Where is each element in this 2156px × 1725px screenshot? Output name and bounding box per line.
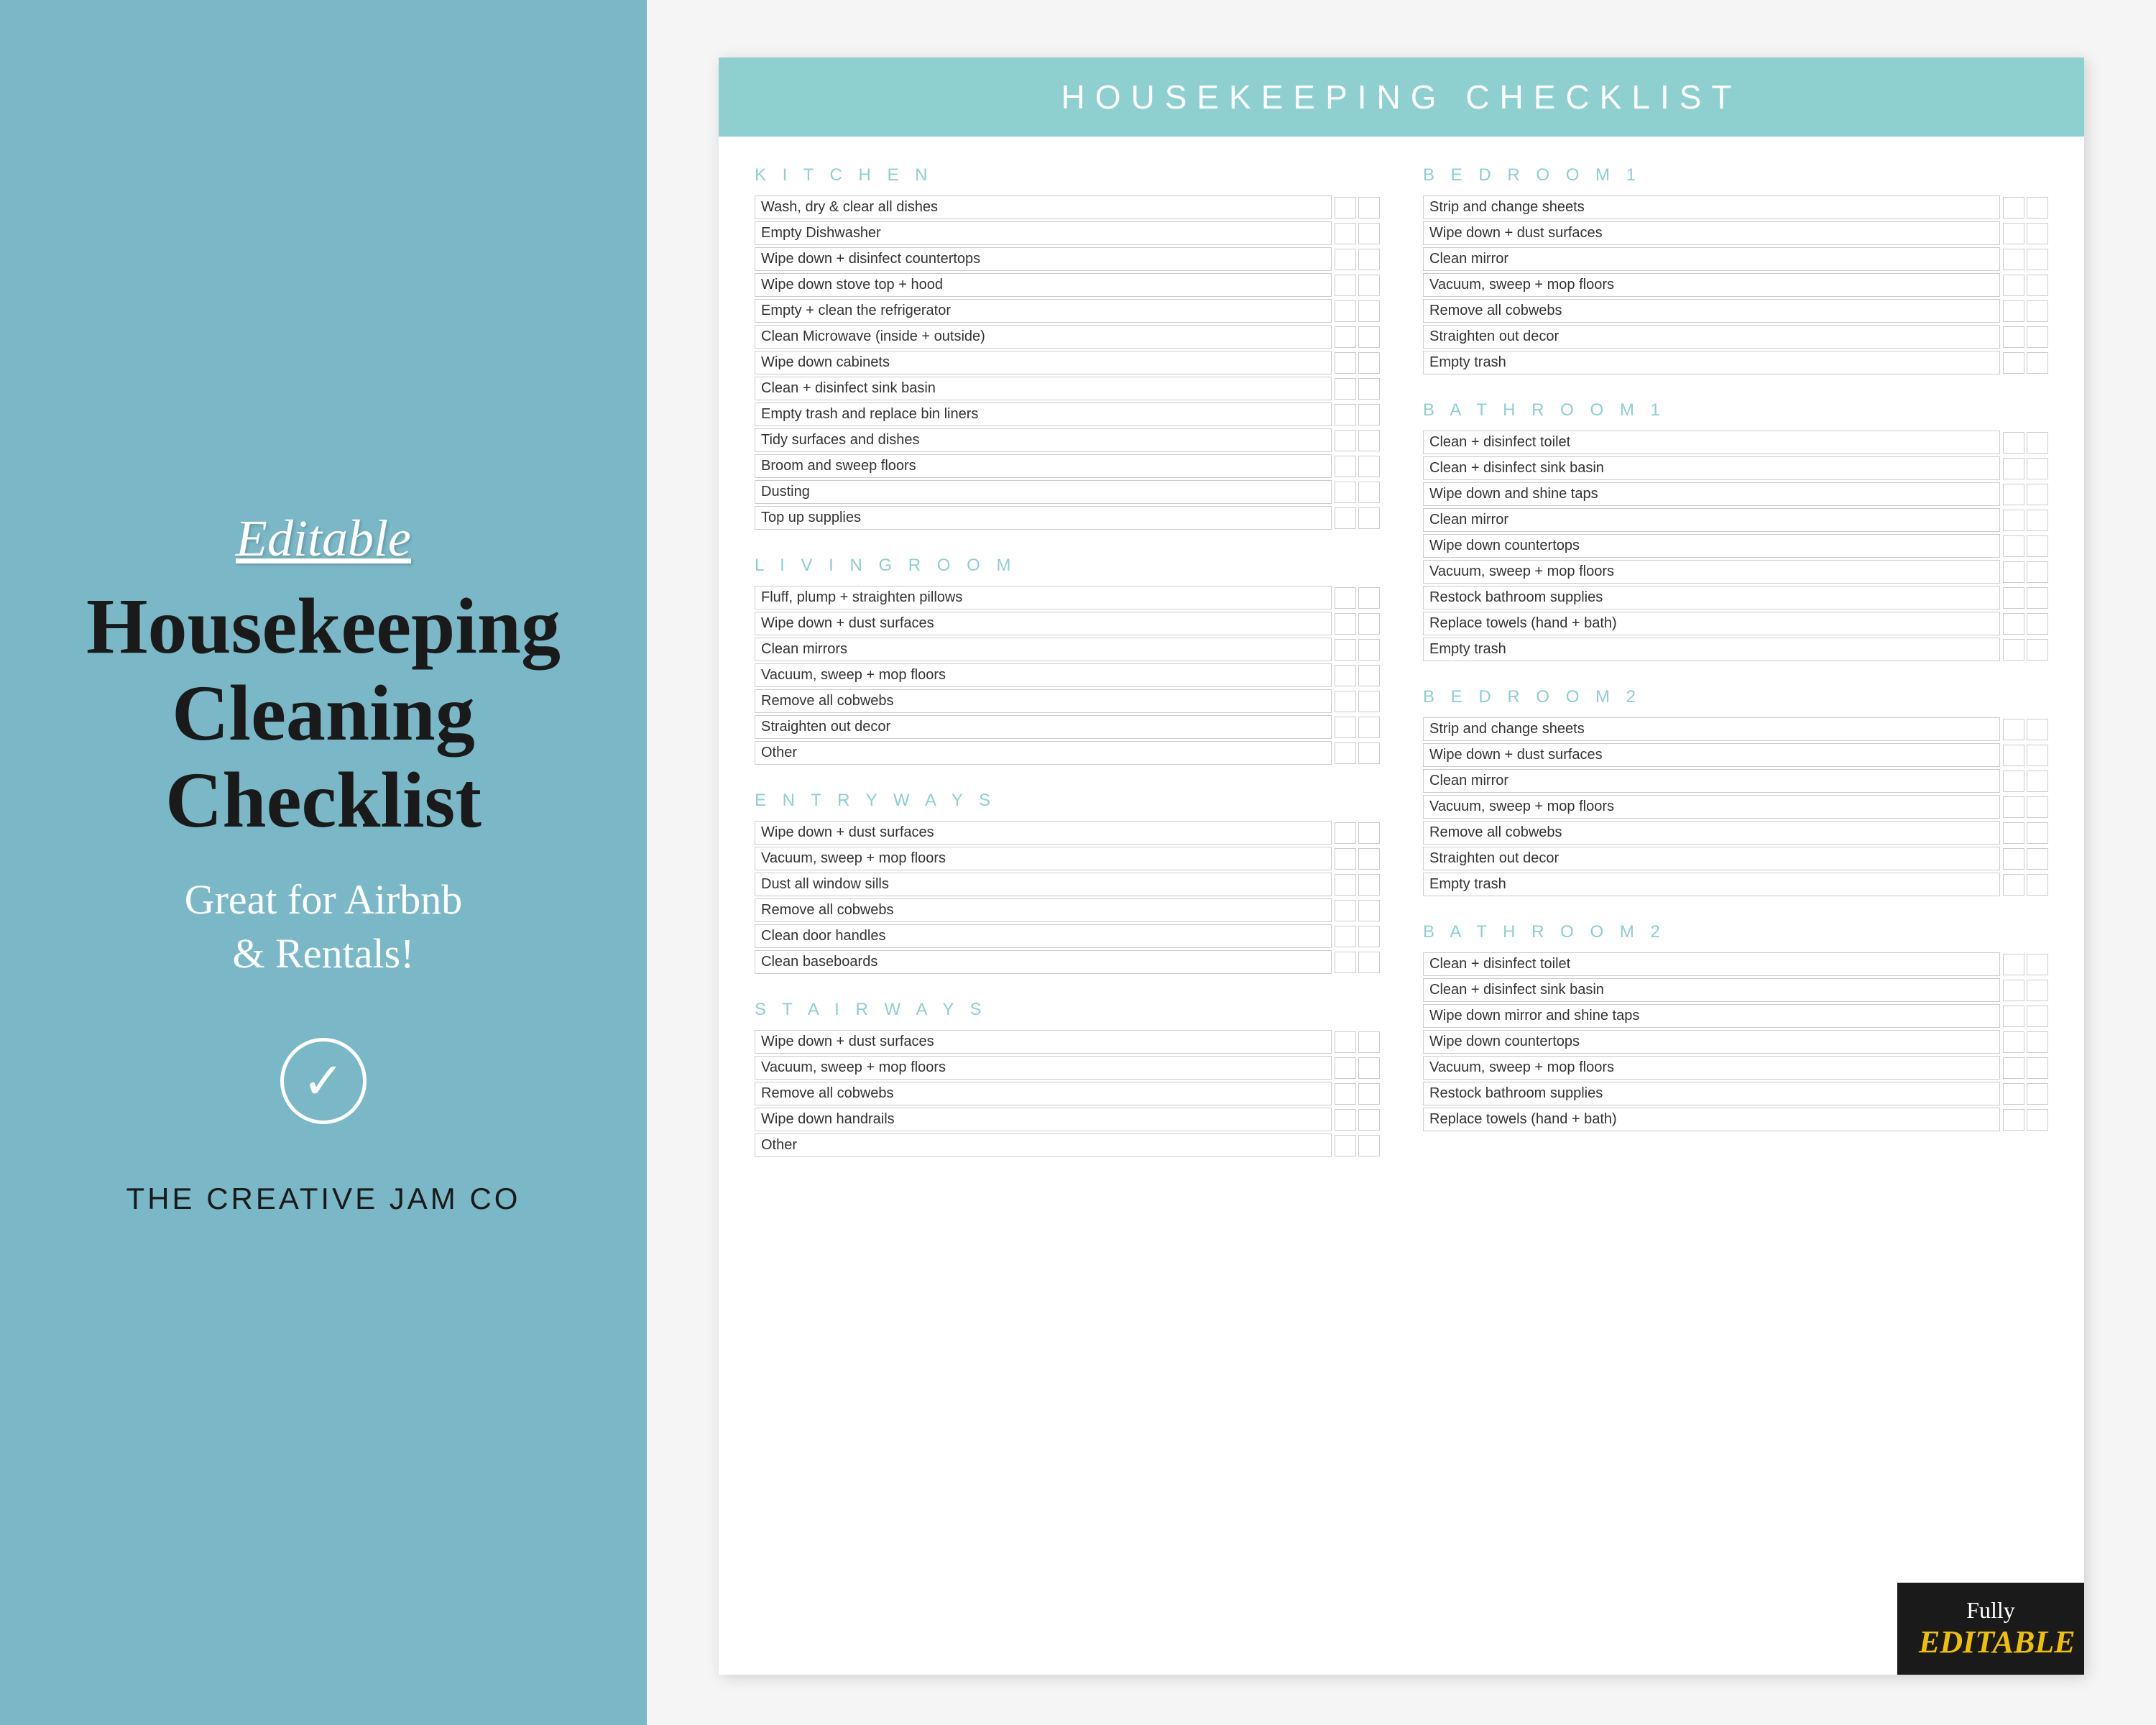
right-panel: HOUSEKEEPING CHECKLIST K I T C H E N Was… (647, 0, 2156, 1725)
list-item: Straighten out decor (755, 715, 1380, 739)
list-item: Vacuum, sweep + mop floors (1423, 795, 2048, 819)
list-item: Empty trash and replace bin liners (755, 402, 1380, 426)
document: HOUSEKEEPING CHECKLIST K I T C H E N Was… (719, 58, 2084, 1675)
section-entryways: E N T R Y W A Y S Wipe down + dust surfa… (755, 791, 1380, 974)
list-item: Clean Microwave (inside + outside) (755, 325, 1380, 349)
section-bathroom2: B A T H R O O M 2 Clean + disinfect toil… (1423, 922, 2048, 1131)
list-item: Wipe down + dust surfaces (1423, 743, 2048, 767)
list-item: Fluff, plump + straighten pillows (755, 586, 1380, 610)
brand-name: THE CREATIVE JAM CO (126, 1182, 521, 1216)
list-item: Clean mirror (1423, 508, 2048, 532)
list-item: Broom and sweep floors (755, 454, 1380, 478)
list-item: Wash, dry & clear all dishes (755, 196, 1380, 219)
section-stairways: S T A I R W A Y S Wipe down + dust surfa… (755, 1000, 1380, 1157)
list-item: Restock bathroom supplies (1423, 1082, 2048, 1105)
list-item: Strip and change sheets (1423, 717, 2048, 741)
section-title-kitchen: K I T C H E N (755, 165, 1380, 188)
list-item: Clean mirrors (755, 638, 1380, 661)
list-item: Replace towels (hand + bath) (1423, 612, 2048, 635)
list-item: Clean mirror (1423, 769, 2048, 793)
section-title-entryways: E N T R Y W A Y S (755, 791, 1380, 814)
main-title: HousekeepingCleaningChecklist (86, 583, 561, 844)
list-item: Wipe down stove top + hood (755, 273, 1380, 297)
list-item: Wipe down + disinfect countertops (755, 247, 1380, 271)
list-item: Tidy surfaces and dishes (755, 428, 1380, 452)
section-title-bathroom1: B A T H R O O M 1 (1423, 400, 2048, 423)
fully-editable-banner: Fully EDITABLE (1897, 1583, 2084, 1675)
list-item: Straighten out decor (1423, 325, 2048, 349)
list-item: Clean mirror (1423, 247, 2048, 271)
list-item: Empty + clean the refrigerator (755, 299, 1380, 323)
list-item: Empty trash (1423, 351, 2048, 374)
list-item: Restock bathroom supplies (1423, 586, 2048, 610)
list-item: Remove all cobwebs (755, 898, 1380, 922)
list-item: Clean door handles (755, 924, 1380, 948)
list-item: Top up supplies (755, 506, 1380, 530)
list-item: Other (755, 741, 1380, 765)
right-column: B E D R O O M 1 Strip and change sheets … (1401, 165, 2048, 1183)
list-item: Wipe down + dust surfaces (1423, 221, 2048, 245)
list-item: Wipe down mirror and shine taps (1423, 1004, 2048, 1028)
list-item: Wipe down countertops (1423, 534, 2048, 558)
list-item: Vacuum, sweep + mop floors (1423, 1056, 2048, 1080)
list-item: Clean + disinfect toilet (1423, 431, 2048, 454)
section-kitchen: K I T C H E N Wash, dry & clear all dish… (755, 165, 1380, 530)
list-item: Vacuum, sweep + mop floors (1423, 273, 2048, 297)
list-item: Clean + disinfect sink basin (755, 377, 1380, 400)
list-item: Empty trash (1423, 873, 2048, 896)
section-title-bedroom2: B E D R O O M 2 (1423, 687, 2048, 710)
list-item: Dusting (755, 480, 1380, 504)
list-item: Empty Dishwasher (755, 221, 1380, 245)
section-title-stairways: S T A I R W A Y S (755, 1000, 1380, 1023)
list-item: Clean + disinfect sink basin (1423, 978, 2048, 1002)
section-title-bedroom1: B E D R O O M 1 (1423, 165, 2048, 188)
section-title-living-room: L I V I N G R O O M (755, 556, 1380, 579)
list-item: Wipe down + dust surfaces (755, 612, 1380, 635)
list-item: Remove all cobwebs (1423, 299, 2048, 323)
list-item: Other (755, 1133, 1380, 1157)
checkmark-icon (280, 1038, 367, 1124)
list-item: Dust all window sills (755, 873, 1380, 896)
list-item: Vacuum, sweep + mop floors (755, 847, 1380, 870)
banner-editable: EDITABLE (1919, 1624, 2063, 1660)
list-item: Wipe down + dust surfaces (755, 821, 1380, 845)
section-title-bathroom2: B A T H R O O M 2 (1423, 922, 2048, 945)
list-item: Remove all cobwebs (1423, 821, 2048, 845)
list-item: Vacuum, sweep + mop floors (1423, 560, 2048, 584)
list-item: Vacuum, sweep + mop floors (755, 663, 1380, 687)
list-item: Wipe down and shine taps (1423, 482, 2048, 506)
section-bedroom2: B E D R O O M 2 Strip and change sheets … (1423, 687, 2048, 896)
banner-fully: Fully (1919, 1597, 2063, 1624)
doc-title: HOUSEKEEPING CHECKLIST (762, 78, 2041, 116)
left-panel: Editable HousekeepingCleaningChecklist G… (0, 0, 647, 1725)
doc-header: HOUSEKEEPING CHECKLIST (719, 58, 2084, 137)
list-item: Wipe down cabinets (755, 351, 1380, 374)
editable-label: Editable (236, 509, 411, 569)
left-column: K I T C H E N Wash, dry & clear all dish… (755, 165, 1401, 1183)
list-item: Clean + disinfect sink basin (1423, 456, 2048, 480)
doc-body: K I T C H E N Wash, dry & clear all dish… (719, 165, 2084, 1219)
list-item: Empty trash (1423, 638, 2048, 661)
list-item: Wipe down handrails (755, 1108, 1380, 1131)
list-item: Strip and change sheets (1423, 196, 2048, 219)
list-item: Wipe down countertops (1423, 1030, 2048, 1054)
section-bathroom1: B A T H R O O M 1 Clean + disinfect toil… (1423, 400, 2048, 661)
list-item: Vacuum, sweep + mop floors (755, 1056, 1380, 1080)
section-bedroom1: B E D R O O M 1 Strip and change sheets … (1423, 165, 2048, 374)
list-item: Wipe down + dust surfaces (755, 1030, 1380, 1054)
list-item: Clean + disinfect toilet (1423, 952, 2048, 976)
list-item: Replace towels (hand + bath) (1423, 1108, 2048, 1131)
list-item: Straighten out decor (1423, 847, 2048, 870)
list-item: Clean baseboards (755, 950, 1380, 974)
subtitle: Great for Airbnb& Rentals! (185, 873, 463, 981)
list-item: Remove all cobwebs (755, 1082, 1380, 1105)
list-item: Remove all cobwebs (755, 689, 1380, 713)
section-living-room: L I V I N G R O O M Fluff, plump + strai… (755, 556, 1380, 765)
